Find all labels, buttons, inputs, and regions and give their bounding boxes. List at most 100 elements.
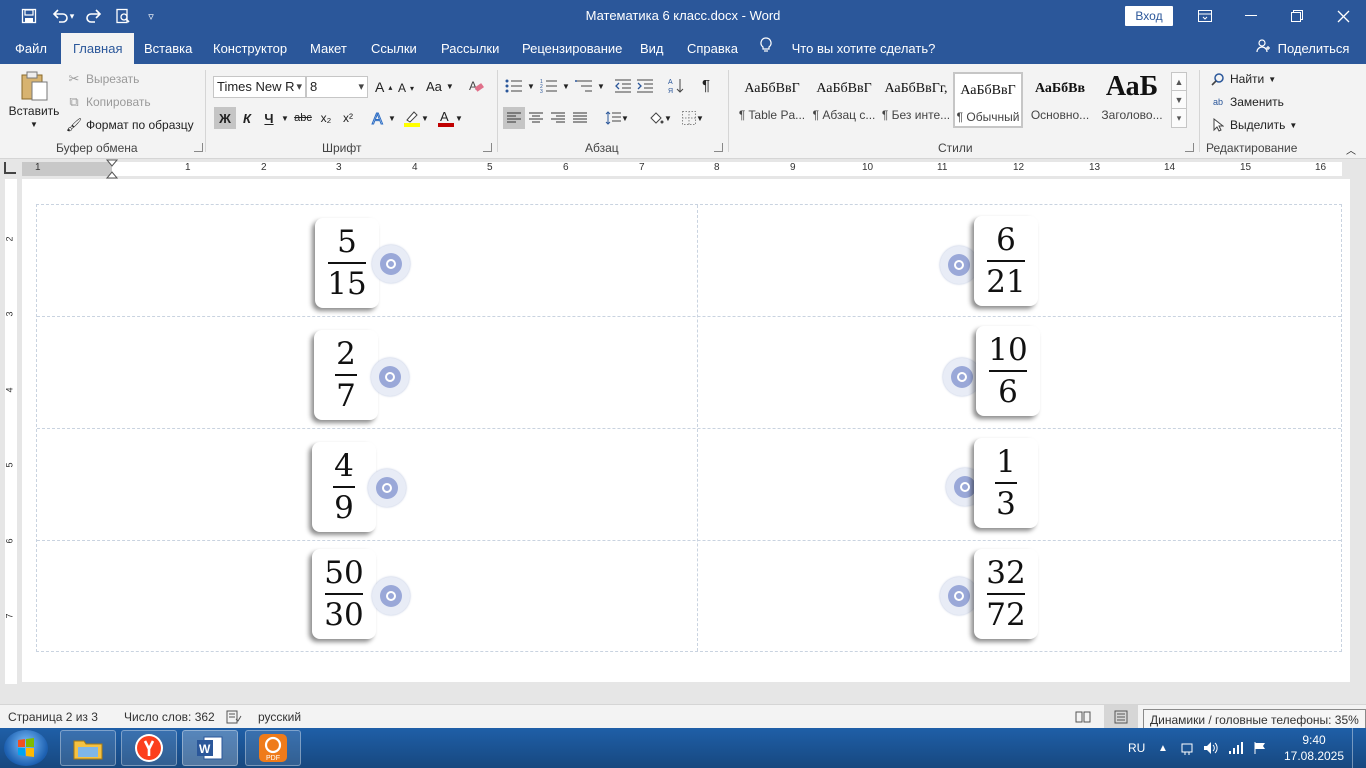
language-indicator[interactable]: русский	[258, 710, 301, 724]
start-button[interactable]	[4, 730, 48, 766]
tab-design[interactable]: Конструктор	[211, 33, 289, 64]
page-count[interactable]: Страница 2 из 3	[8, 710, 98, 724]
collapse-ribbon-icon[interactable]: ︿	[1346, 142, 1356, 157]
vertical-ruler[interactable]: 2 3 4 5 6 7	[0, 179, 22, 704]
select-button[interactable]: Выделить ▼	[1210, 117, 1297, 133]
minimize-icon[interactable]	[1228, 0, 1274, 32]
multilevel-list-button[interactable]: ▼	[575, 78, 605, 94]
connector-knob[interactable]	[371, 358, 409, 396]
underline-button[interactable]: Ч	[258, 107, 280, 129]
tab-insert[interactable]: Вставка	[142, 33, 194, 64]
tab-selector-icon[interactable]	[4, 162, 16, 174]
style-table-paragraph[interactable]: АаБбВвГ ¶ Table Pa...	[737, 72, 807, 128]
connector-knob[interactable]	[940, 246, 978, 284]
paste-button[interactable]: Вставить ▼	[8, 70, 60, 129]
pdf-app-icon[interactable]: PDF	[245, 730, 301, 766]
show-hidden-icons[interactable]: ▲	[1158, 728, 1168, 768]
tab-help[interactable]: Справка	[685, 33, 740, 64]
close-icon[interactable]	[1320, 0, 1366, 32]
subscript-button[interactable]: x₂	[315, 107, 337, 129]
font-size-box[interactable]: 8 ▾	[306, 76, 368, 98]
italic-button[interactable]: К	[236, 107, 258, 129]
tab-home[interactable]: Главная	[61, 33, 135, 64]
bold-button[interactable]: Ж	[214, 107, 236, 129]
tab-view[interactable]: Вид	[638, 33, 666, 64]
scroll-up-icon[interactable]: ▲	[1172, 73, 1186, 91]
sort-button[interactable]: AЯ	[668, 77, 684, 95]
horizontal-ruler[interactable]: 1 1 2 3 4 5 6 7 8 9 10 11 12 13 14 15 16	[0, 159, 1366, 179]
fraction-card[interactable]: 6 21	[974, 216, 1038, 306]
font-launcher-icon[interactable]	[483, 143, 492, 152]
tab-references[interactable]: Ссылки	[369, 33, 419, 64]
word-count[interactable]: Число слов: 362	[124, 710, 215, 724]
increase-indent-button[interactable]	[636, 78, 654, 94]
decrease-indent-button[interactable]	[614, 78, 632, 94]
style-list-paragraph[interactable]: АаБбВвГ ¶ Абзац с...	[809, 72, 879, 128]
change-case-button[interactable]: Aa ▼	[426, 79, 454, 94]
document-area[interactable]: 5 15 2 7 4 9 50 30 6 21 10 6 1 3 32 72	[22, 179, 1366, 704]
format-painter-button[interactable]: 🖌 Формат по образцу	[66, 117, 194, 133]
align-left-button[interactable]	[503, 107, 525, 129]
scroll-down-icon[interactable]: ▼	[1172, 91, 1186, 109]
align-right-button[interactable]	[547, 107, 569, 129]
vertical-scrollbar[interactable]	[1350, 179, 1366, 704]
style-no-spacing[interactable]: АаБбВвГг, ¶ Без инте...	[881, 72, 951, 128]
paragraph-launcher-icon[interactable]	[714, 143, 723, 152]
styles-launcher-icon[interactable]	[1185, 143, 1194, 152]
align-center-button[interactable]	[525, 107, 547, 129]
fraction-card[interactable]: 4 9	[312, 442, 376, 532]
fraction-card[interactable]: 5 15	[315, 218, 379, 308]
shrink-font-button[interactable]: A ▾	[398, 81, 414, 95]
connector-knob[interactable]	[372, 245, 410, 283]
print-layout-icon[interactable]	[1104, 705, 1138, 729]
print-preview-icon[interactable]	[110, 5, 136, 27]
more-styles-icon[interactable]: ▾	[1172, 109, 1186, 127]
font-name-box[interactable]: Times New R ▾	[213, 76, 306, 98]
grow-font-button[interactable]: A ▴	[375, 79, 392, 95]
clear-formatting-button[interactable]: A	[468, 78, 484, 94]
connector-knob[interactable]	[368, 469, 406, 507]
connector-knob[interactable]	[940, 577, 978, 615]
show-desktop-button[interactable]	[1352, 728, 1366, 768]
bullets-button[interactable]: ▼	[505, 78, 535, 94]
fraction-card[interactable]: 50 30	[312, 549, 376, 639]
customize-qat-icon[interactable]: ▿	[138, 5, 164, 27]
read-mode-icon[interactable]	[1075, 710, 1091, 727]
superscript-button[interactable]: x²	[337, 107, 359, 129]
signal-bars-icon[interactable]	[1228, 728, 1244, 768]
flag-icon[interactable]	[1253, 728, 1267, 768]
ribbon-display-options-icon[interactable]	[1182, 0, 1228, 32]
line-spacing-button[interactable]: ▼	[602, 107, 632, 129]
proofing-icon[interactable]	[226, 710, 242, 727]
text-effects-button[interactable]: A ▼	[369, 107, 397, 129]
tell-me-box[interactable]: Что вы хотите сделать?	[760, 33, 935, 64]
tab-review[interactable]: Рецензирование	[520, 33, 624, 64]
fraction-card[interactable]: 32 72	[974, 549, 1038, 639]
network-plug-icon[interactable]	[1180, 728, 1194, 768]
indent-marker-icon[interactable]	[106, 159, 118, 179]
styles-gallery-scroll[interactable]: ▲ ▼ ▾	[1171, 72, 1187, 128]
replace-button[interactable]: ab Заменить	[1210, 94, 1284, 110]
volume-icon[interactable]	[1203, 728, 1219, 768]
yandex-browser-icon[interactable]	[121, 730, 177, 766]
copy-button[interactable]: ⧉ Копировать	[66, 94, 150, 110]
cut-button[interactable]: ✂ Вырезать	[66, 71, 140, 87]
file-explorer-icon[interactable]	[60, 730, 116, 766]
style-heading[interactable]: АаБ Заголово...	[1097, 72, 1167, 128]
clipboard-launcher-icon[interactable]	[194, 143, 203, 152]
tab-layout[interactable]: Макет	[308, 33, 349, 64]
restore-icon[interactable]	[1274, 0, 1320, 32]
redo-icon[interactable]	[80, 5, 106, 27]
underline-dropdown-icon[interactable]: ▼	[279, 107, 291, 129]
word-icon[interactable]: W	[182, 730, 238, 766]
style-body-text[interactable]: АаБбВв Основно...	[1025, 72, 1095, 128]
highlight-button[interactable]: ▼	[400, 107, 432, 129]
font-color-button[interactable]: A ▼	[434, 107, 466, 129]
fraction-card[interactable]: 10 6	[976, 326, 1040, 416]
paste-dropdown-icon[interactable]: ▼	[30, 120, 38, 129]
clock[interactable]: 9:40 17.08.2025	[1282, 732, 1346, 764]
find-button[interactable]: Найти ▼	[1210, 71, 1276, 87]
fraction-card[interactable]: 1 3	[974, 438, 1038, 528]
style-normal[interactable]: АаБбВвГ ¶ Обычный	[953, 72, 1023, 128]
numbering-button[interactable]: 1 2 3 ▼	[540, 78, 570, 94]
